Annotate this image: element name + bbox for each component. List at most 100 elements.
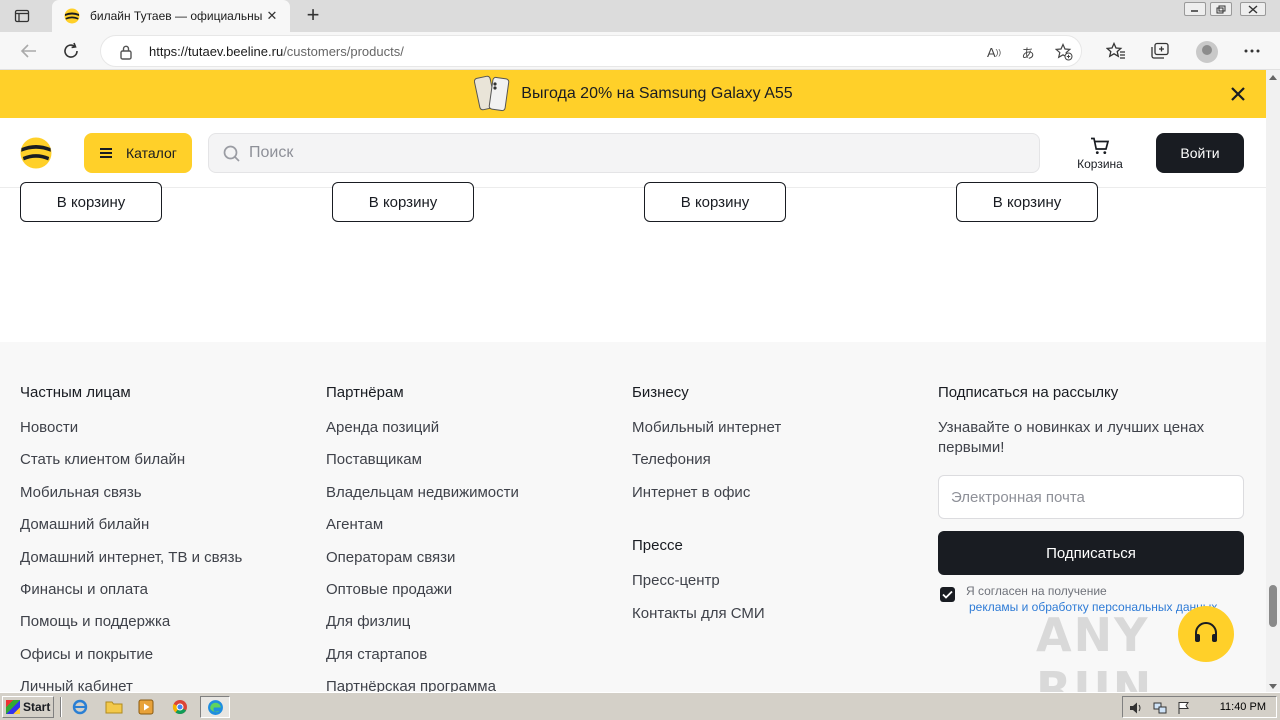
page-scrollbar[interactable] (1266, 70, 1280, 692)
close-window-icon[interactable] (1240, 2, 1266, 16)
footer-link[interactable]: Мобильный интернет (632, 419, 781, 451)
url-text[interactable]: https://tutaev.beeline.ru/customers/prod… (149, 44, 404, 59)
chrome-icon[interactable] (170, 697, 190, 717)
windows-logo-icon (6, 700, 20, 714)
start-button[interactable]: Start (2, 696, 54, 718)
watermark-text: ANY RUN (1036, 608, 1154, 692)
cart-button[interactable]: Корзина (1066, 133, 1134, 177)
os-taskbar: Start 11:40 PM (0, 692, 1280, 720)
footer-column-business: Бизнесу Мобильный интернет Телефония Инт… (632, 384, 781, 637)
site-header: Каталог Корзина Войти (0, 118, 1266, 188)
subscribe-heading: Подписаться на рассылку (938, 384, 1119, 401)
favorites-icon[interactable] (1106, 41, 1126, 61)
footer-heading: Бизнесу (632, 384, 689, 401)
footer-link[interactable]: Домашний интернет, ТВ и связь (20, 549, 242, 581)
edge-icon (208, 700, 223, 715)
promo-text[interactable]: Выгода 20% на Samsung Galaxy A55 (521, 85, 792, 103)
search-box[interactable] (208, 133, 1040, 173)
system-tray: 11:40 PM (1122, 696, 1277, 718)
add-to-cart-button[interactable]: В корзину (332, 182, 474, 222)
support-chat-button[interactable] (1178, 606, 1234, 662)
catalog-label: Каталог (126, 145, 177, 161)
footer-link[interactable]: Контакты для СМИ (632, 605, 781, 637)
taskbar-clock[interactable]: 11:40 PM (1220, 701, 1266, 713)
minimize-window-icon[interactable] (1184, 2, 1206, 16)
footer-heading: Частным лицам (20, 384, 131, 401)
consent-checkbox[interactable] (940, 587, 955, 602)
flag-icon[interactable] (1177, 701, 1191, 715)
ie-icon[interactable] (70, 697, 90, 717)
volume-icon[interactable] (1129, 701, 1143, 715)
catalog-button[interactable]: Каталог (84, 133, 192, 173)
footer-link[interactable]: Стать клиентом билайн (20, 451, 242, 483)
new-tab-button[interactable]: + (302, 4, 324, 26)
footer-link[interactable]: Владельцам недвижимости (326, 484, 519, 516)
footer-link[interactable]: Партнёрская программа (326, 678, 519, 692)
close-icon[interactable] (1228, 84, 1248, 104)
footer-heading: Партнёрам (326, 384, 404, 401)
scrollbar-thumb[interactable] (1269, 585, 1277, 627)
beeline-logo[interactable] (20, 137, 52, 169)
scroll-down-icon[interactable] (1269, 684, 1277, 690)
search-icon (223, 145, 240, 162)
more-options-icon[interactable] (1242, 41, 1262, 61)
search-input[interactable] (249, 134, 1029, 172)
footer-link[interactable]: Аренда позиций (326, 419, 519, 451)
footer-link[interactable]: Финансы и оплата (20, 581, 242, 613)
footer-link[interactable]: Поставщикам (326, 451, 519, 483)
taskbar-edge-active[interactable] (200, 696, 230, 718)
address-bar[interactable]: https://tutaev.beeline.ru/customers/prod… (100, 35, 1082, 67)
footer-heading: Прессе (632, 537, 683, 555)
footer-link[interactable]: Помощь и поддержка (20, 613, 242, 645)
promo-banner[interactable]: Выгода 20% на Samsung Galaxy A55 (0, 70, 1266, 118)
page-viewport: Выгода 20% на Samsung Galaxy A55 Каталог… (0, 70, 1266, 692)
tab-close-icon[interactable]: ✕ (264, 8, 280, 24)
browser-toolbar: https://tutaev.beeline.ru/customers/prod… (0, 32, 1280, 70)
footer-link[interactable]: Оптовые продажи (326, 581, 519, 613)
tab-title: билайн Тутаев — официальны (90, 9, 263, 23)
reload-icon[interactable] (60, 40, 82, 62)
login-button[interactable]: Войти (1156, 133, 1244, 173)
browser-tab-active[interactable]: билайн Тутаев — официальны ✕ (52, 0, 290, 32)
email-field-wrapper[interactable] (938, 475, 1244, 519)
read-aloud-icon[interactable]: A)) (985, 43, 1003, 61)
browser-tab-strip: билайн Тутаев — официальны ✕ + (0, 0, 1280, 32)
add-favorite-icon[interactable] (1055, 43, 1073, 61)
network-icon[interactable] (1153, 701, 1167, 715)
footer-link[interactable]: Домашний билайн (20, 516, 242, 548)
footer-link[interactable]: Агентам (326, 516, 519, 548)
footer-link[interactable]: Личный кабинет (20, 678, 242, 692)
folder-icon[interactable] (104, 697, 124, 717)
scroll-up-icon[interactable] (1269, 74, 1277, 80)
phones-promo-icon (474, 75, 510, 112)
translate-icon[interactable]: あ (1019, 43, 1037, 61)
footer-link[interactable]: Новости (20, 419, 242, 451)
add-to-cart-button[interactable]: В корзину (644, 182, 786, 222)
media-player-icon[interactable] (136, 697, 156, 717)
back-arrow-icon[interactable] (18, 40, 40, 62)
add-to-cart-button[interactable]: В корзину (20, 182, 162, 222)
footer-link[interactable]: Операторам связи (326, 549, 519, 581)
subscribe-description: Узнавайте о новинках и лучших ценах перв… (938, 419, 1205, 456)
consent-text: Я согласен на получение (966, 584, 1107, 598)
subscribe-button[interactable]: Подписаться (938, 531, 1244, 575)
footer-link[interactable]: Интернет в офис (632, 484, 781, 516)
beeline-favicon-icon (64, 8, 80, 24)
email-field[interactable] (939, 476, 1243, 518)
footer-link[interactable]: Мобильная связь (20, 484, 242, 516)
footer-link[interactable]: Пресс-центр (632, 572, 781, 604)
tab-actions-icon[interactable] (12, 6, 32, 26)
menu-icon (100, 148, 112, 158)
footer-link[interactable]: Телефония (632, 451, 781, 483)
taskbar-separator (60, 697, 62, 717)
lock-icon[interactable] (119, 44, 133, 60)
cart-icon (1091, 137, 1110, 154)
profile-avatar[interactable] (1196, 41, 1218, 63)
restore-window-icon[interactable] (1210, 2, 1232, 16)
footer-link[interactable]: Для стартапов (326, 646, 519, 678)
footer-column-subscribe: Подписаться на рассылку Узнавайте о нови… (938, 384, 1228, 458)
footer-link[interactable]: Для физлиц (326, 613, 519, 645)
collections-icon[interactable] (1150, 41, 1170, 61)
add-to-cart-button[interactable]: В корзину (956, 182, 1098, 222)
footer-link[interactable]: Офисы и покрытие (20, 646, 242, 678)
